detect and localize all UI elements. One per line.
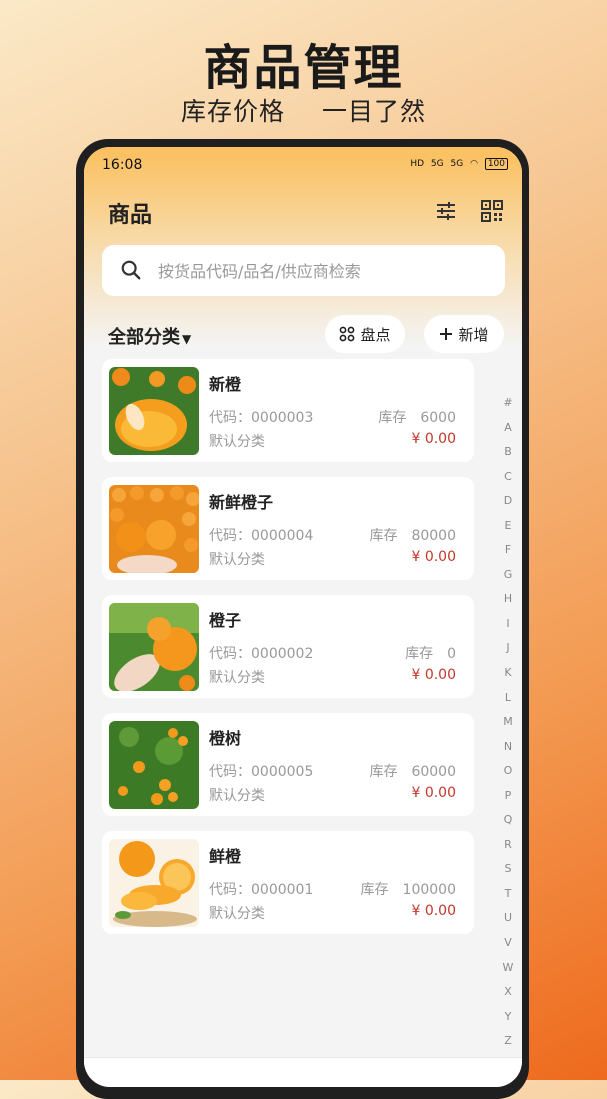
wifi-icon: ◠ <box>470 159 478 169</box>
signal-icon: 5G <box>450 159 464 169</box>
index-letter[interactable]: F <box>498 538 518 563</box>
product-price: ¥ 0.00 <box>411 549 456 565</box>
bottom-nav <box>84 1057 522 1087</box>
index-letter[interactable]: Z <box>498 1029 518 1054</box>
index-letter[interactable]: # <box>498 391 518 416</box>
index-letter[interactable]: N <box>498 735 518 760</box>
product-card[interactable]: 鲜橙 代码：0000001 默认分类 库存 100000 ¥ 0.00 <box>102 831 474 934</box>
status-bar: 16:08 HD 5G 5G ◠ 100 <box>102 157 508 177</box>
add-button[interactable]: 新增 <box>424 315 504 353</box>
product-list: 新橙 代码：0000003 默认分类 库存 6000 ¥ 0.00 新鲜橙子 代码 <box>102 359 474 949</box>
category-dropdown[interactable]: 全部分类 ▼ <box>108 323 191 349</box>
product-category: 默认分类 <box>209 670 265 686</box>
index-letter[interactable]: B <box>498 440 518 465</box>
search-bar <box>102 245 505 298</box>
page-title: 商品 <box>108 203 153 228</box>
product-image <box>109 367 199 455</box>
product-image <box>109 485 199 573</box>
inventory-label: 盘点 <box>360 325 391 344</box>
index-letter[interactable]: K <box>498 661 518 686</box>
caret-down-icon: ▼ <box>182 332 192 346</box>
add-label: 新增 <box>458 325 489 344</box>
app-screen: 16:08 HD 5G 5G ◠ 100 商品 按货品代码/品名/供应商检索 全… <box>84 147 522 1087</box>
index-letter[interactable]: G <box>498 563 518 588</box>
product-card[interactable]: 橙子 代码：0000002 默认分类 库存 0 ¥ 0.00 <box>102 595 474 698</box>
signal-icon: 5G <box>430 159 444 169</box>
product-price: ¥ 0.00 <box>411 667 456 683</box>
product-name: 橙子 <box>209 611 242 630</box>
product-image <box>109 839 199 927</box>
search-input[interactable] <box>156 245 490 298</box>
status-time: 16:08 <box>102 157 143 173</box>
product-code: 代码：0000005 <box>209 764 314 780</box>
product-stock: 库存 80000 <box>369 528 456 544</box>
product-stock: 库存 6000 <box>378 410 456 426</box>
plus-icon <box>440 328 453 340</box>
product-name: 新橙 <box>209 375 242 394</box>
product-name: 鲜橙 <box>209 847 242 866</box>
index-letter[interactable]: T <box>498 882 518 907</box>
product-name: 橙树 <box>209 729 242 748</box>
search-icon <box>121 260 141 280</box>
product-code: 代码：0000001 <box>209 882 314 898</box>
product-code: 代码：0000002 <box>209 646 314 662</box>
inventory-button[interactable]: 盘点 <box>325 315 405 353</box>
index-letter[interactable]: Y <box>498 1005 518 1030</box>
index-letter[interactable]: W <box>498 956 518 981</box>
index-letter[interactable]: U <box>498 906 518 931</box>
product-price: ¥ 0.00 <box>411 431 456 447</box>
status-icons: HD 5G 5G ◠ 100 <box>406 158 508 170</box>
index-letter[interactable]: R <box>498 833 518 858</box>
product-stock: 库存 0 <box>405 646 456 662</box>
product-code: 代码：0000003 <box>209 410 314 426</box>
product-stock: 库存 60000 <box>369 764 456 780</box>
index-letter[interactable]: P <box>498 784 518 809</box>
product-stock: 库存 100000 <box>360 882 456 898</box>
product-category: 默认分类 <box>209 906 265 922</box>
grid-icon <box>340 326 355 342</box>
index-letter[interactable]: J <box>498 636 518 661</box>
index-letter[interactable]: V <box>498 931 518 956</box>
product-price: ¥ 0.00 <box>411 785 456 801</box>
product-image <box>109 603 199 691</box>
battery-icon: 100 <box>484 158 508 170</box>
product-category: 默认分类 <box>209 552 265 568</box>
index-letter[interactable]: S <box>498 857 518 882</box>
index-letter[interactable]: O <box>498 759 518 784</box>
product-category: 默认分类 <box>209 788 265 804</box>
index-letter[interactable]: E <box>498 514 518 539</box>
category-label: 全部分类 <box>108 327 180 348</box>
product-category: 默认分类 <box>209 434 265 450</box>
promo-title: 商品管理 <box>203 40 404 96</box>
alphabet-index[interactable]: # A B C D E F G H I J K L M N O P Q R S … <box>498 391 518 1054</box>
index-letter[interactable]: C <box>498 465 518 490</box>
product-name: 新鲜橙子 <box>209 493 274 512</box>
index-letter[interactable]: M <box>498 710 518 735</box>
product-card[interactable]: 橙树 代码：0000005 默认分类 库存 60000 ¥ 0.00 <box>102 713 474 816</box>
index-letter[interactable]: I <box>498 612 518 637</box>
index-letter[interactable]: X <box>498 980 518 1005</box>
product-card[interactable]: 新鲜橙子 代码：0000004 默认分类 库存 80000 ¥ 0.00 <box>102 477 474 580</box>
product-price: ¥ 0.00 <box>411 903 456 919</box>
index-letter[interactable]: D <box>498 489 518 514</box>
index-letter[interactable]: H <box>498 587 518 612</box>
index-letter[interactable]: A <box>498 416 518 441</box>
index-letter[interactable]: Q <box>498 808 518 833</box>
qr-code-icon[interactable] <box>480 199 504 223</box>
hd-icon: HD <box>410 159 425 169</box>
product-image <box>109 721 199 809</box>
index-letter[interactable]: L <box>498 686 518 711</box>
promo-subtitle: 库存价格 一目了然 <box>181 97 426 126</box>
filter-settings-icon[interactable] <box>434 199 458 223</box>
product-code: 代码：0000004 <box>209 528 314 544</box>
product-card[interactable]: 新橙 代码：0000003 默认分类 库存 6000 ¥ 0.00 <box>102 359 474 462</box>
